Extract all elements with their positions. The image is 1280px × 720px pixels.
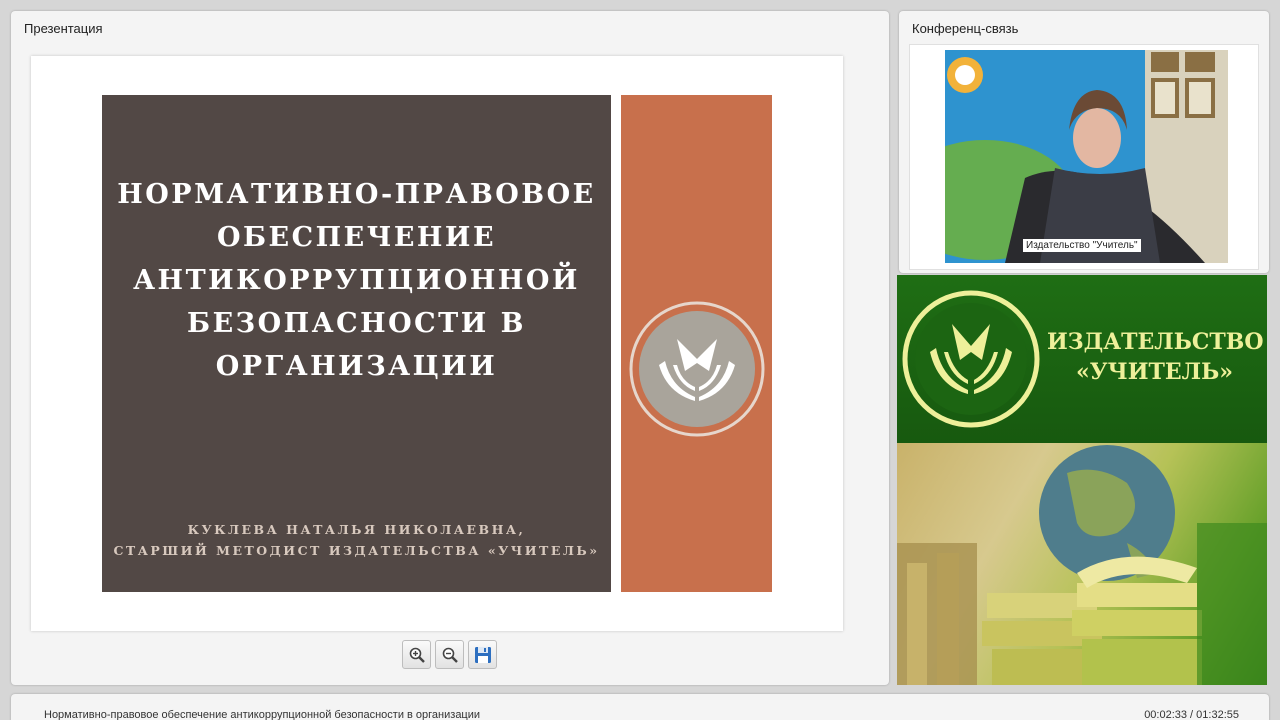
presentation-panel-title: Презентация: [24, 21, 103, 36]
banner-text: ИЗДАТЕЛЬСТВО «УЧИТЕЛЬ»: [1047, 327, 1264, 387]
floppy-disk-icon: [475, 647, 491, 663]
slide-title-line: НОРМАТИВНО-ПРАВОВОЕ: [117, 179, 596, 210]
zoom-in-icon: [409, 647, 425, 663]
participant-name-label: Издательство "Учитель": [1023, 239, 1141, 252]
conference-panel-title: Конференц-связь: [912, 21, 1019, 36]
save-button[interactable]: [468, 640, 497, 669]
footer-title: Нормативно-правовое обеспечение антикорр…: [44, 709, 481, 720]
presentation-panel: Презентация НОРМАТИВНО-ПРАВОВОЕ ОБЕСПЕЧЕ…: [11, 11, 889, 685]
publisher-banner: ИЗДАТЕЛЬСТВО «УЧИТЕЛЬ»: [897, 275, 1267, 685]
conference-panel: Конференц-связь Издательство "Учитель": [899, 11, 1269, 273]
zoom-in-button[interactable]: [402, 640, 431, 669]
slide-area: НОРМАТИВНО-ПРАВОВОЕ ОБЕСПЕЧЕНИЕ АНТИКОРР…: [31, 56, 843, 631]
slide-author-line: КУКЛЕВА НАТАЛЬЯ НИКОЛАЕВНА,: [187, 522, 526, 537]
slide-author: КУКЛЕВА НАТАЛЬЯ НИКОЛАЕВНА, СТАРШИЙ МЕТО…: [102, 519, 611, 561]
publisher-logo-icon: [902, 290, 1040, 428]
footer-bar: Нормативно-правовое обеспечение антикорр…: [11, 694, 1269, 720]
publisher-logo-icon: [629, 301, 765, 437]
banner-image: [897, 443, 1267, 685]
banner-line: «УЧИТЕЛЬ»: [1076, 359, 1233, 385]
video-container: Издательство "Учитель": [909, 44, 1259, 270]
slide-title: НОРМАТИВНО-ПРАВОВОЕ ОБЕСПЕЧЕНИЕ АНТИКОРР…: [102, 173, 611, 388]
video-scene: [945, 50, 1228, 263]
books-globe-illustration: [897, 445, 1267, 685]
slide-title-block: НОРМАТИВНО-ПРАВОВОЕ ОБЕСПЕЧЕНИЕ АНТИКОРР…: [102, 95, 611, 592]
slide-title-line: АНТИКОРРУПЦИОННОЙ: [133, 265, 580, 296]
slide-title-line: ОРГАНИЗАЦИИ: [215, 351, 498, 382]
banner-header: ИЗДАТЕЛЬСТВО «УЧИТЕЛЬ»: [897, 275, 1267, 443]
slide-title-line: ОБЕСПЕЧЕНИЕ: [216, 222, 497, 253]
slide-title-line: БЕЗОПАСНОСТИ В: [187, 308, 526, 339]
zoom-out-button[interactable]: [435, 640, 464, 669]
slide-author-line: СТАРШИЙ МЕТОДИСТ ИЗДАТЕЛЬСТВА «УЧИТЕЛЬ»: [113, 543, 600, 558]
zoom-out-icon: [442, 647, 458, 663]
slide-accent-block: [621, 95, 772, 592]
playback-time: 00:02:33 / 01:32:55: [1144, 709, 1239, 720]
participant-video[interactable]: Издательство "Учитель": [945, 50, 1228, 263]
banner-line: ИЗДАТЕЛЬСТВО: [1047, 329, 1264, 355]
